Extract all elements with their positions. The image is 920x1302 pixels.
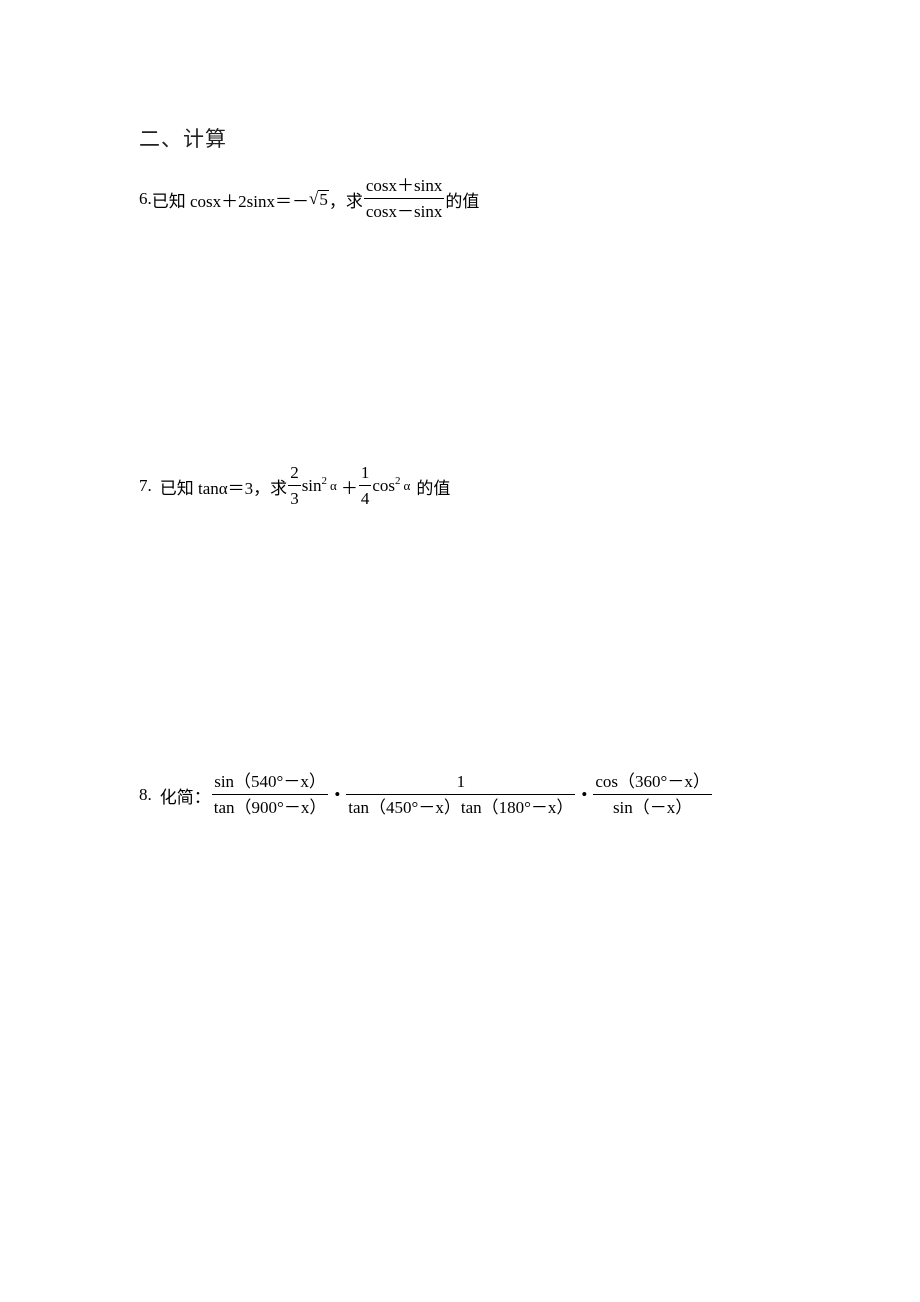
fraction: 1 tan（450°－x）tan（180°－x） [346, 772, 576, 818]
denominator: tan（900°－x） [213, 798, 327, 817]
denominator: cosx－sinx [365, 202, 443, 221]
question-text: 已知 cosx＋2sinx＝－ [151, 191, 309, 211]
plus-sign: ＋ [340, 478, 358, 498]
question-7: 7. 已知 tanα＝3，求 2 3 sin 2 α ＋ 1 4 cos 2 α… [139, 463, 450, 509]
fraction: sin（540°－x） tan（900°－x） [211, 772, 329, 818]
question-8: 8. 化简： sin（540°－x） tan（900°－x） • 1 tan（4… [139, 772, 713, 818]
question-number: 8. [139, 785, 152, 804]
sqrt-expression: √ 5 [309, 189, 329, 209]
radical-sign: √ [309, 189, 319, 208]
variable: α [330, 478, 337, 493]
section-heading: 二、计算 [139, 127, 227, 151]
fraction: 1 4 [358, 463, 372, 509]
denominator: tan（450°－x）tan（180°－x） [348, 798, 574, 817]
fraction: 2 3 [288, 463, 301, 509]
question-suffix: 的值 [445, 191, 480, 211]
fraction: cos（360°－x） sin（－x） [593, 772, 712, 818]
numerator: cos（360°－x） [595, 772, 710, 791]
multiply-dot: • [334, 785, 341, 804]
question-text: 已知 tanα＝3，求 [159, 478, 288, 498]
radicand: 5 [318, 190, 329, 209]
exponent: 2 [395, 475, 401, 487]
multiply-dot: • [581, 785, 588, 804]
numerator: sin（540°－x） [214, 772, 326, 791]
numerator: 2 [290, 463, 299, 482]
trig-func: sin [301, 476, 322, 495]
denominator: 4 [360, 489, 370, 508]
question-text: ，求 [328, 191, 363, 211]
exponent: 2 [321, 475, 328, 487]
trig-func: cos [372, 476, 396, 495]
numerator: cosx＋sinx [365, 176, 443, 195]
question-number: 7. [139, 476, 152, 495]
numerator: 1 [360, 463, 370, 482]
numerator: 1 [456, 772, 466, 791]
question-suffix: 的值 [416, 478, 451, 498]
question-text: 化简： [159, 787, 211, 807]
fraction: cosx＋sinx cosx－sinx [363, 176, 445, 222]
denominator: sin（－x） [612, 798, 693, 817]
question-6: 6. 已知 cosx＋2sinx＝－ √ 5 ，求 cosx＋sinx cosx… [139, 176, 479, 222]
variable: α [403, 478, 411, 493]
denominator: 3 [290, 489, 299, 508]
question-number: 6. [139, 189, 152, 208]
